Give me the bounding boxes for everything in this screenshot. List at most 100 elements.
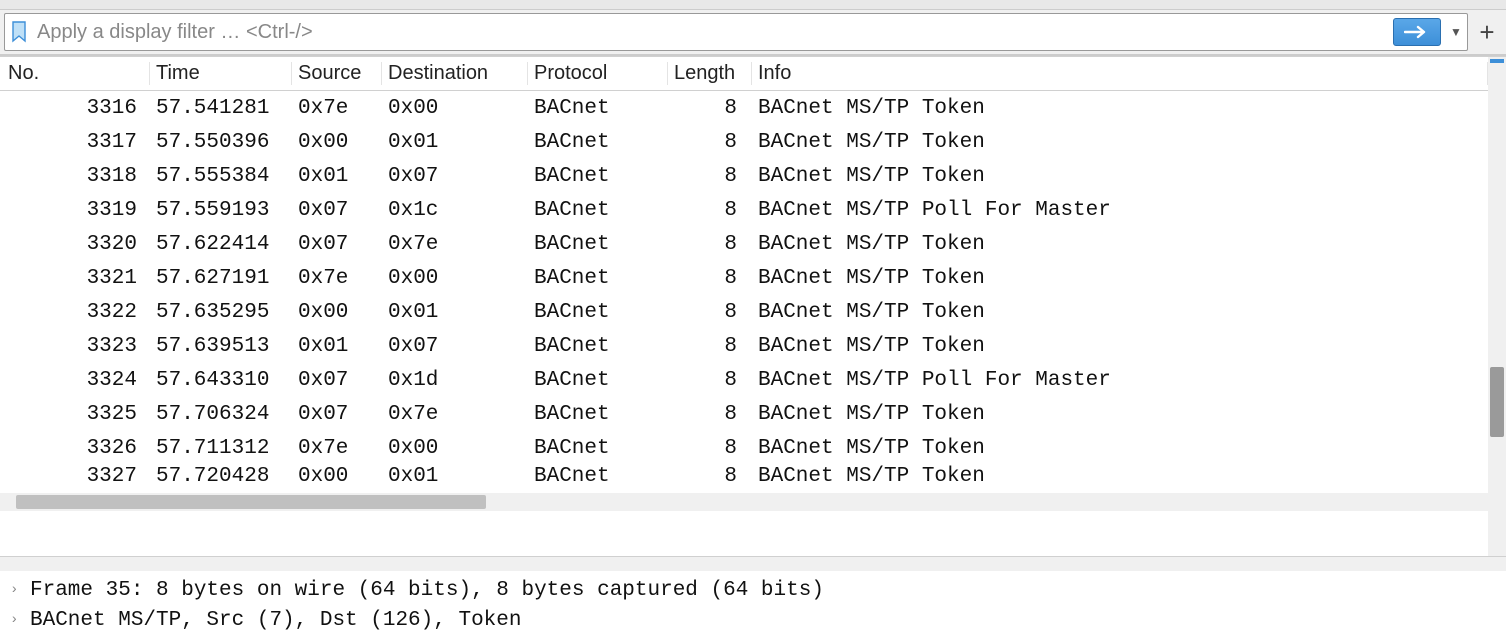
packet-row[interactable]: 332157.6271910x7e0x00BACnet8BACnet MS/TP… — [0, 261, 1488, 295]
column-header-protocol[interactable]: Protocol — [528, 62, 668, 85]
cell-len: 8 — [668, 437, 752, 460]
cell-no: 3319 — [0, 199, 150, 222]
cell-len: 8 — [668, 97, 752, 120]
cell-proto: BACnet — [528, 233, 668, 256]
column-header-source[interactable]: Source — [292, 62, 382, 85]
cell-info: BACnet MS/TP Token — [752, 165, 1488, 188]
cell-src: 0x07 — [292, 199, 382, 222]
cell-src: 0x00 — [292, 131, 382, 154]
cell-time: 57.550396 — [150, 131, 292, 154]
cell-proto: BACnet — [528, 97, 668, 120]
cell-proto: BACnet — [528, 465, 668, 488]
cell-dst: 0x07 — [382, 335, 528, 358]
vertical-scrollbar[interactable] — [1488, 57, 1506, 556]
column-header-info[interactable]: Info — [752, 62, 1488, 85]
cell-info: BACnet MS/TP Token — [752, 465, 1488, 488]
packet-details-pane: › Frame 35: 8 bytes on wire (64 bits), 8… — [0, 571, 1506, 643]
cell-no: 3317 — [0, 131, 150, 154]
vertical-scrollbar-thumb[interactable] — [1490, 367, 1504, 437]
horizontal-scrollbar-thumb[interactable] — [16, 495, 486, 509]
packet-row[interactable]: 332657.7113120x7e0x00BACnet8BACnet MS/TP… — [0, 431, 1488, 465]
cell-no: 3318 — [0, 165, 150, 188]
cell-time: 57.639513 — [150, 335, 292, 358]
cell-src: 0x00 — [292, 301, 382, 324]
detail-tree-item[interactable]: › BACnet MS/TP, Src (7), Dst (126), Toke… — [0, 605, 1506, 635]
cell-len: 8 — [668, 165, 752, 188]
column-header-length[interactable]: Length — [668, 62, 752, 85]
cell-info: BACnet MS/TP Poll For Master — [752, 199, 1488, 222]
cell-time: 57.706324 — [150, 403, 292, 426]
horizontal-scrollbar[interactable] — [0, 493, 1488, 511]
cell-src: 0x7e — [292, 97, 382, 120]
cell-src: 0x7e — [292, 267, 382, 290]
cell-time: 57.541281 — [150, 97, 292, 120]
cell-src: 0x7e — [292, 437, 382, 460]
cell-len: 8 — [668, 267, 752, 290]
apply-filter-button[interactable] — [1393, 18, 1441, 46]
cell-src: 0x07 — [292, 233, 382, 256]
chevron-right-icon[interactable]: › — [10, 582, 30, 598]
packet-row[interactable]: 332057.6224140x070x7eBACnet8BACnet MS/TP… — [0, 227, 1488, 261]
packet-row[interactable]: 332457.6433100x070x1dBACnet8BACnet MS/TP… — [0, 363, 1488, 397]
cell-len: 8 — [668, 233, 752, 256]
chevron-right-icon[interactable]: › — [10, 612, 30, 628]
cell-info: BACnet MS/TP Token — [752, 233, 1488, 256]
packet-row[interactable]: 332557.7063240x070x7eBACnet8BACnet MS/TP… — [0, 397, 1488, 431]
packet-row[interactable]: 331657.5412810x7e0x00BACnet8BACnet MS/TP… — [0, 91, 1488, 125]
cell-no: 3322 — [0, 301, 150, 324]
cell-time: 57.559193 — [150, 199, 292, 222]
cell-src: 0x01 — [292, 335, 382, 358]
cell-dst: 0x00 — [382, 97, 528, 120]
bookmark-icon[interactable] — [5, 14, 33, 50]
cell-dst: 0x7e — [382, 233, 528, 256]
cell-proto: BACnet — [528, 199, 668, 222]
cell-no: 3324 — [0, 369, 150, 392]
cell-proto: BACnet — [528, 369, 668, 392]
column-header-time[interactable]: Time — [150, 62, 292, 85]
packet-row[interactable]: 331957.5591930x070x1cBACnet8BACnet MS/TP… — [0, 193, 1488, 227]
cell-time: 57.720428 — [150, 465, 292, 488]
display-filter-input[interactable] — [33, 14, 1393, 50]
cell-time: 57.635295 — [150, 301, 292, 324]
cell-info: BACnet MS/TP Token — [752, 301, 1488, 324]
cell-proto: BACnet — [528, 267, 668, 290]
cell-dst: 0x01 — [382, 465, 528, 488]
packet-row[interactable]: 332257.6352950x000x01BACnet8BACnet MS/TP… — [0, 295, 1488, 329]
cell-time: 57.711312 — [150, 437, 292, 460]
cell-proto: BACnet — [528, 403, 668, 426]
cell-src: 0x00 — [292, 465, 382, 488]
cell-len: 8 — [668, 403, 752, 426]
cell-src: 0x07 — [292, 403, 382, 426]
column-header-destination[interactable]: Destination — [382, 62, 528, 85]
cell-no: 3326 — [0, 437, 150, 460]
cell-dst: 0x1c — [382, 199, 528, 222]
add-filter-button[interactable]: + — [1472, 13, 1502, 51]
packet-list-header[interactable]: No. Time Source Destination Protocol Len… — [0, 57, 1488, 91]
cell-no: 3323 — [0, 335, 150, 358]
packet-row[interactable]: 331857.5553840x010x07BACnet8BACnet MS/TP… — [0, 159, 1488, 193]
cell-info: BACnet MS/TP Token — [752, 403, 1488, 426]
cell-info: BACnet MS/TP Token — [752, 267, 1488, 290]
cell-len: 8 — [668, 301, 752, 324]
cell-info: BACnet MS/TP Token — [752, 437, 1488, 460]
cell-time: 57.643310 — [150, 369, 292, 392]
cell-dst: 0x01 — [382, 301, 528, 324]
cell-time: 57.627191 — [150, 267, 292, 290]
packet-row[interactable]: 332757.7204280x000x01BACnet8BACnet MS/TP… — [0, 465, 1488, 493]
cell-info: BACnet MS/TP Poll For Master — [752, 369, 1488, 392]
cell-no: 3327 — [0, 465, 150, 488]
packet-row[interactable]: 331757.5503960x000x01BACnet8BACnet MS/TP… — [0, 125, 1488, 159]
column-header-no[interactable]: No. — [0, 62, 150, 85]
cell-len: 8 — [668, 131, 752, 154]
cell-dst: 0x7e — [382, 403, 528, 426]
packet-row[interactable]: 332357.6395130x010x07BACnet8BACnet MS/TP… — [0, 329, 1488, 363]
detail-tree-item[interactable]: › Frame 35: 8 bytes on wire (64 bits), 8… — [0, 575, 1506, 605]
cell-dst: 0x01 — [382, 131, 528, 154]
cell-time: 57.622414 — [150, 233, 292, 256]
display-filter-bar: ▼ — [4, 13, 1468, 51]
cell-time: 57.555384 — [150, 165, 292, 188]
cell-dst: 0x07 — [382, 165, 528, 188]
filter-history-dropdown[interactable]: ▼ — [1445, 16, 1467, 48]
detail-text: BACnet MS/TP, Src (7), Dst (126), Token — [30, 609, 521, 632]
cell-len: 8 — [668, 465, 752, 488]
